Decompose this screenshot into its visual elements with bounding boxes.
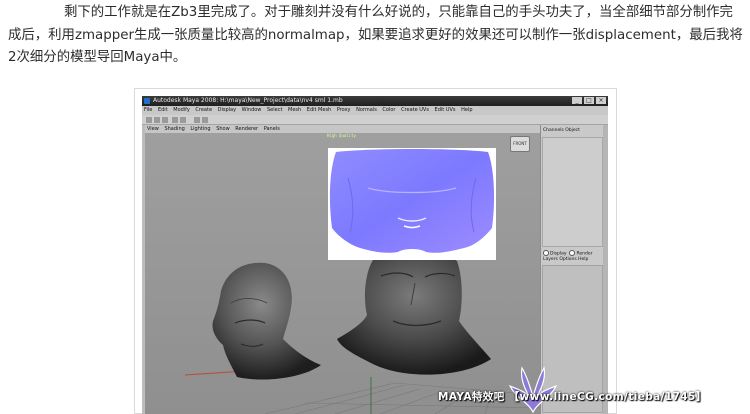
menu-select[interactable]: Select [267, 107, 282, 113]
menu-help[interactable]: Help [461, 107, 472, 113]
tool-icon[interactable] [202, 117, 208, 123]
menu-create[interactable]: Create [195, 107, 212, 113]
menu-normals[interactable]: Normals [356, 107, 377, 113]
tab-display[interactable]: Display [550, 252, 567, 257]
watermark-text: MAYA特效吧 【www.lineCG.com/tieba/1745】 [438, 391, 707, 403]
article-text: 剩下的工作就是在Zb3里完成了。对于雕刻并没有什么好说的，只能靠自己的手头功夫了… [8, 5, 743, 65]
normal-map-image [328, 148, 496, 260]
maximize-button[interactable]: □ [584, 97, 594, 104]
minimize-button[interactable]: _ [572, 97, 582, 104]
tool-icon[interactable] [194, 117, 200, 123]
display-radio[interactable] [543, 250, 549, 256]
maya-status-line [142, 115, 608, 125]
tool-icon[interactable] [154, 117, 160, 123]
close-button[interactable]: × [596, 97, 606, 104]
tool-icon[interactable] [172, 117, 178, 123]
layer-menu-layers[interactable]: Layers [543, 257, 558, 262]
menu-color[interactable]: Color [382, 107, 395, 113]
layer-menu-help[interactable]: Help [578, 257, 588, 262]
viewport-panel-menu: View Shading Lighting Show Renderer Pane… [145, 125, 540, 133]
layer-menu-options[interactable]: Options [559, 257, 576, 262]
side-scrollbar[interactable] [603, 125, 608, 414]
panel-menu-renderer[interactable]: Renderer [235, 126, 258, 132]
tool-icon[interactable] [180, 117, 186, 123]
panel-menu-show[interactable]: Show [216, 126, 230, 132]
menu-edit-mesh[interactable]: Edit Mesh [307, 107, 331, 113]
tool-icon[interactable] [162, 117, 168, 123]
normal-map-texture [329, 149, 495, 253]
menu-edit-uvs[interactable]: Edit UVs [435, 107, 456, 113]
maya-logo-icon [144, 98, 150, 104]
tab-render[interactable]: Render [576, 252, 592, 257]
channel-box-tabs: Channels Object [543, 128, 580, 133]
panel-menu-panels[interactable]: Panels [264, 126, 280, 132]
head-model-left [212, 262, 321, 380]
menu-file[interactable]: File [144, 107, 152, 113]
head-model-right [337, 253, 491, 375]
panel-menu-shading[interactable]: Shading [164, 126, 184, 132]
maya-window-title: Autodesk Maya 2008: H:\maya\New_Project\… [153, 97, 343, 104]
menu-edit[interactable]: Edit [158, 107, 168, 113]
panel-menu-view[interactable]: View [147, 126, 159, 132]
channel-box[interactable] [542, 137, 603, 247]
render-radio[interactable] [569, 250, 576, 256]
tab-object[interactable]: Object [565, 128, 580, 133]
3d-viewport[interactable]: High Quality FRONT [145, 133, 540, 414]
menu-proxy[interactable]: Proxy [337, 107, 351, 113]
layer-editor-tabs: Display Render [543, 250, 593, 257]
layer-editor-menu: Layers Options Help [543, 257, 588, 262]
maya-menubar: File Edit Modify Create Display Window S… [142, 106, 608, 115]
tab-channels[interactable]: Channels [543, 128, 564, 133]
menu-mesh[interactable]: Mesh [288, 107, 301, 113]
article-paragraph: 剩下的工作就是在Zb3里完成了。对于雕刻并没有什么好说的，只能靠自己的手头功夫了… [8, 2, 744, 70]
menu-window[interactable]: Window [242, 107, 262, 113]
window-controls: _ □ × [572, 97, 606, 104]
maya-titlebar: Autodesk Maya 2008: H:\maya\New_Project\… [142, 96, 608, 106]
menu-display[interactable]: Display [218, 107, 236, 113]
menu-modify[interactable]: Modify [173, 107, 190, 113]
tool-icon[interactable] [146, 117, 152, 123]
menu-create-uvs[interactable]: Create UVs [401, 107, 429, 113]
panel-menu-lighting[interactable]: Lighting [190, 126, 210, 132]
